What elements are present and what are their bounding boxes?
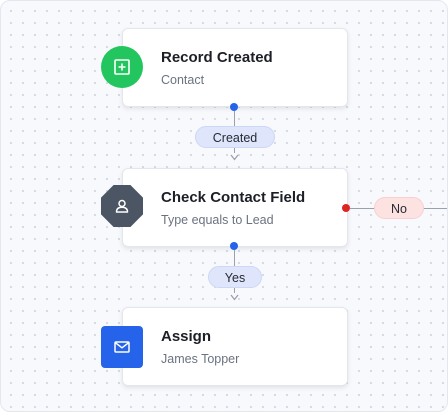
no-branch-port-dot[interactable] — [342, 204, 350, 212]
node-subtitle: Contact — [161, 73, 205, 87]
arrow-down-icon — [230, 154, 239, 161]
node-subtitle: Type equals to Lead — [161, 213, 274, 227]
mail-icon — [101, 326, 143, 368]
edge-label-yes[interactable]: Yes — [208, 266, 262, 288]
edge-label-created[interactable]: Created — [195, 126, 275, 148]
action-node-assign[interactable]: Assign James Topper — [122, 307, 348, 386]
output-port-dot[interactable] — [230, 242, 238, 250]
user-icon — [101, 185, 143, 227]
node-subtitle: James Topper — [161, 352, 240, 366]
trigger-node-record-created[interactable]: Record Created Contact — [122, 28, 348, 107]
node-title: Record Created — [161, 49, 273, 66]
node-title: Check Contact Field — [161, 189, 306, 206]
edge-label-no[interactable]: No — [374, 197, 424, 219]
node-title: Assign — [161, 328, 212, 345]
condition-node-check-contact-field[interactable]: Check Contact Field Type equals to Lead — [122, 168, 348, 247]
arrow-down-icon — [230, 294, 239, 301]
output-port-dot[interactable] — [230, 103, 238, 111]
plus-square-icon — [101, 46, 143, 88]
workflow-canvas[interactable]: Record Created Contact Created Check Con… — [0, 0, 448, 412]
